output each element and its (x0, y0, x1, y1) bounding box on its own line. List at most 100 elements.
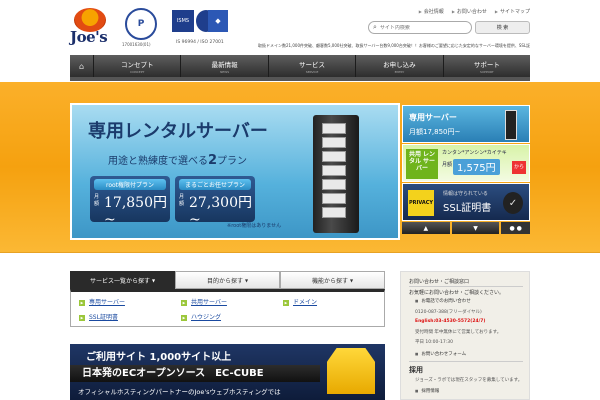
rack-slot (322, 165, 346, 176)
contact-sidebar: お問い合わせ・ご相談窓口 お気軽にお問い合わせ・ご相談ください。 お電話でのお問… (400, 271, 530, 400)
nav-service-label: サービス (299, 60, 326, 69)
tab-function[interactable]: 機能から探す (280, 271, 385, 289)
ssl-panel[interactable]: PRIVACY 情報は守られている SSL証明書 ✓ (402, 183, 530, 221)
ec-banner-line1: ご利用サイト 1,000サイト以上 (86, 352, 232, 363)
banner-title: 専用レンタルサーバー (88, 121, 268, 142)
joes-logo[interactable]: Joe's (70, 8, 110, 46)
ssl-panel-note: 情報は守られている (443, 191, 488, 197)
jipdec-logo: ◆ (208, 10, 228, 32)
carousel-dots[interactable]: ● ● (501, 222, 530, 234)
sidebar-contact-label: お電話でのお問い合わせ (415, 298, 471, 304)
sidebar-divider (409, 286, 523, 287)
banner-subtitle-pre: 用途と熟練度で選べる (108, 156, 208, 167)
sidebar-section2-link[interactable]: 採用情報 (415, 388, 439, 394)
sidebar-title: お問い合わせ・ご相談窓口 (409, 279, 470, 285)
plan-root-name: root権限付プラン (94, 179, 166, 190)
privacy-mark-letter: P (137, 19, 145, 29)
contact-link[interactable]: お問い合わせ (452, 8, 487, 15)
carousel-controls: ▲ ▼ ● ● (402, 222, 530, 234)
global-nav: ⌂ コンセプト CONCEPT 最新情報 NEWS サービス SERVICE お申し込… (70, 55, 530, 77)
home-icon[interactable]: ⌂ (70, 55, 94, 77)
sitemap-link[interactable]: サイトマップ (495, 8, 530, 15)
plan-managed-unit: 月額 (179, 194, 185, 207)
service-finder-tabs: サービス一覧から探す 目的から探す 機能から探す (70, 271, 385, 289)
sidebar-english-phone[interactable]: English:03-4530-5572(24/7) (415, 319, 485, 324)
dedicated-server-panel[interactable]: 専用サーバー 月額17,850円~ (402, 105, 530, 143)
sidebar-desc: お気軽にお問い合わせ・ご相談ください。 (409, 290, 505, 296)
search-box: ⌕ (368, 21, 472, 34)
shared-panel-price: 1,575円 (453, 159, 500, 175)
carousel-down-button[interactable]: ▼ (451, 222, 500, 234)
iso-caption: IS 96994 / ISO 27001 (176, 40, 224, 45)
tab-panel: 専用サーバー 共用サーバー ドメイン SSL証明書 ハウジング (70, 289, 385, 327)
nav-news-sub: NEWS (220, 69, 230, 74)
nav-entry[interactable]: お申し込み ENTRY (356, 55, 444, 77)
dedicated-panel-price: 月額17,850円~ (409, 128, 461, 136)
company-stats-line: 取扱ドメイン数21,000件突破、顧客数5,000社突破、取扱サーバー台数9,0… (258, 43, 530, 48)
dedicated-server-banner[interactable]: 専用レンタルサーバー 用途と熟練度で選べる2プラン root権限付プラン 月額 … (70, 103, 400, 240)
nav-entry-sub: ENTRY (394, 69, 405, 74)
link-shared-server[interactable]: 共用サーバー (181, 297, 227, 306)
nav-service[interactable]: サービス SERVICE (269, 55, 357, 77)
nav-concept-label: コンセプト (120, 60, 154, 69)
shared-panel-unit: 月額 (442, 162, 453, 168)
isms-logo: ISMS (172, 10, 194, 32)
link-domain[interactable]: ドメイン (283, 297, 317, 306)
plan-managed-name: まるごとお任せプラン (179, 179, 251, 190)
plan-managed[interactable]: まるごとお任せプラン 月額 27,300円~ (175, 176, 255, 228)
ec-banner-line2: 日本発のECオープンソース EC-CUBE (70, 365, 320, 382)
shared-panel-badge: 共用 レンタル サーバー (406, 149, 438, 179)
carousel-up-button[interactable]: ▲ (402, 222, 450, 234)
ec-cube-banner[interactable]: ご利用サイト 1,000サイト以上 日本発のECオープンソース EC-CUBE … (70, 344, 385, 400)
banner-subtitle: 用途と熟練度で選べる2プラン (108, 152, 247, 168)
rack-slot (322, 137, 346, 148)
nav-support-sub: SUPPORT (479, 69, 494, 74)
nav-entry-label: お申し込み (383, 60, 416, 69)
nav-news[interactable]: 最新情報 NEWS (181, 55, 269, 77)
shared-panel-features: カンタン*アンシン*カイテキ (442, 150, 507, 156)
link-housing[interactable]: ハウジング (181, 312, 221, 321)
tab-purpose[interactable]: 目的から探す (175, 271, 280, 289)
plan-root[interactable]: root権限付プラン 月額 17,850円~ (90, 176, 170, 228)
search-button[interactable]: 検 索 (475, 21, 530, 34)
sidebar-phone[interactable]: 0120-087-388(フリーダイヤル) (415, 309, 482, 315)
link-dedicated-server[interactable]: 専用サーバー (79, 297, 125, 306)
banner-note: ※root権限はありません (227, 223, 282, 229)
sidebar-note: 受付時間 年中無休にて営業しております。 (415, 330, 502, 335)
tab-service-list[interactable]: サービス一覧から探す (70, 271, 175, 289)
company-info-link[interactable]: 会社情報 (419, 8, 444, 15)
logo-text: Joe's (70, 28, 108, 46)
nav-concept-sub: CONCEPT (130, 69, 145, 74)
plan-root-unit: 月額 (94, 194, 100, 207)
sidebar-section2-text: ジョーズ・ラボでは現在スタッフを募集しています。 (415, 378, 523, 383)
server-rack-illustration (313, 115, 359, 233)
banner-subtitle-post: プラン (217, 156, 248, 167)
privacy-id: 17001630(01) (122, 42, 151, 47)
nav-concept[interactable]: コンセプト CONCEPT (94, 55, 182, 77)
hero-band-edge (0, 252, 600, 253)
rack-slot (322, 193, 346, 204)
banner-subtitle-num: 2 (208, 153, 218, 168)
lock-icon: ✓ (503, 192, 523, 214)
sidebar-form-link[interactable]: お問い合わせフォーム (415, 351, 466, 357)
sidebar-hours: 平日 10:00-17:30 (415, 340, 453, 345)
shared-server-panel[interactable]: 共用 レンタル サーバー カンタン*アンシン*カイテキ 月額 1,575円 から (402, 144, 530, 182)
top-links: 会社情報 お問い合わせ サイトマップ (419, 8, 530, 15)
ec-banner-line3: オフィシャルホスティングパートナーのJoe'sウェブホスティングでは (78, 388, 281, 396)
nav-news-label: 最新情報 (211, 60, 238, 69)
rack-slot (322, 207, 346, 218)
privacy-mark-logo: P (125, 8, 157, 40)
nav-shadow (70, 77, 530, 81)
nav-support[interactable]: サポート SUPPORT (444, 55, 530, 77)
privacy-sign-icon: PRIVACY (408, 190, 434, 216)
rack-slot (322, 123, 346, 134)
sidebar-divider (409, 361, 523, 362)
link-ssl[interactable]: SSL証明書 (79, 312, 118, 321)
search-input[interactable] (379, 24, 460, 31)
rack-slot (322, 179, 346, 190)
ssl-panel-title: SSL証明書 (443, 203, 492, 214)
nav-service-sub: SERVICE (305, 69, 319, 74)
dedicated-panel-title: 専用サーバー (409, 113, 457, 122)
nav-support-label: サポート (473, 60, 500, 69)
shared-panel-currency: から (512, 161, 526, 174)
